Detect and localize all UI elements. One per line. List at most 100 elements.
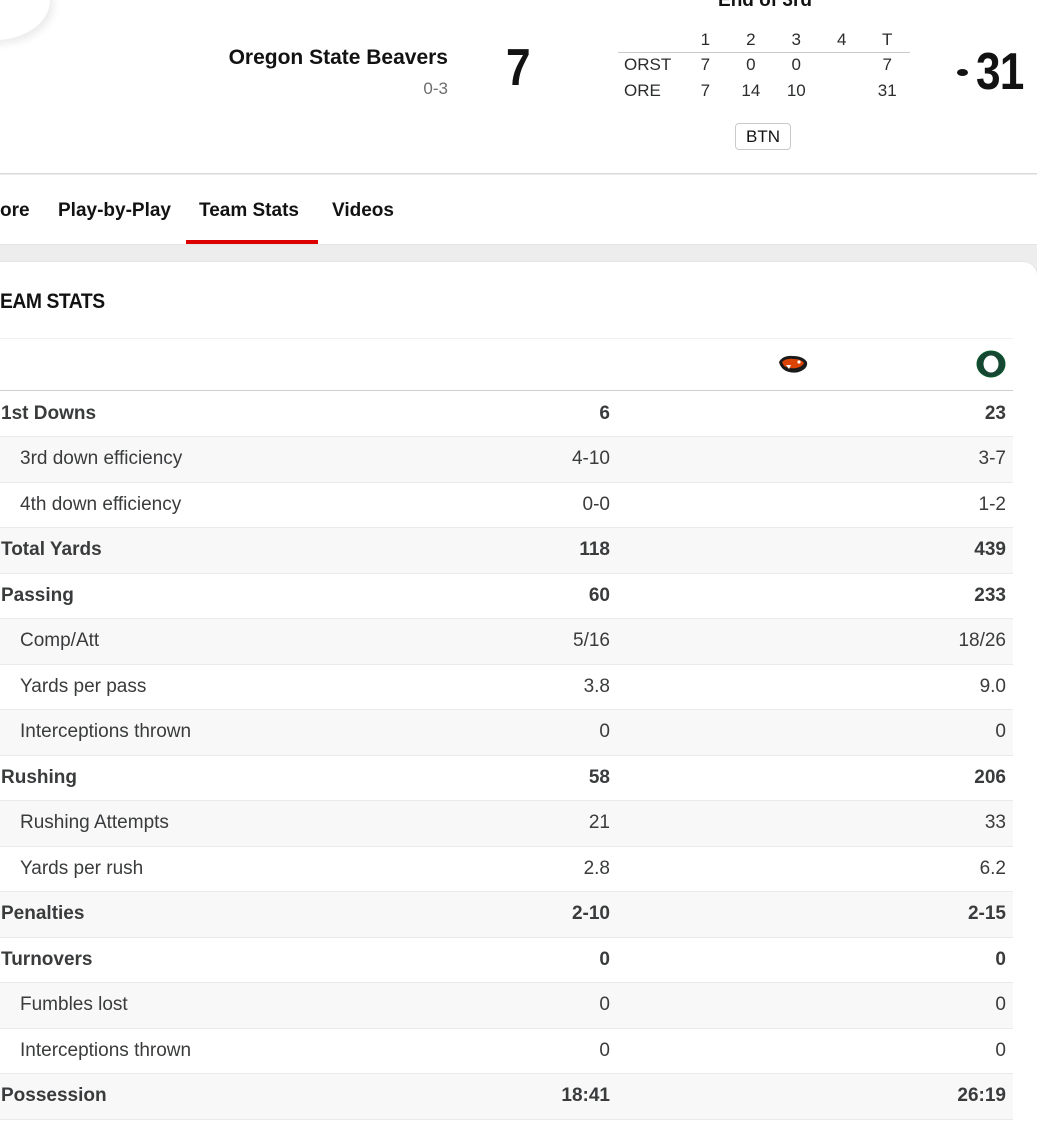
stat-value-ore: 6.2 <box>979 857 1006 879</box>
game-status: End of 3rd <box>718 0 812 11</box>
linescore-q2: 14 <box>741 81 761 100</box>
stat-row: Yards per pass 3.8 9.0 <box>0 664 1013 710</box>
stat-label: Fumbles lost <box>20 994 128 1016</box>
stat-row: Fumbles lost 0 0 <box>0 982 1013 1028</box>
stat-row: 3rd down efficiency 4-10 3-7 <box>0 436 1013 482</box>
stat-value-orst: 0 <box>599 994 610 1016</box>
stat-value-orst: 21 <box>588 812 610 834</box>
tab-play-by-play[interactable]: Play-by-Play <box>58 200 171 222</box>
linescore-q4 <box>819 78 864 104</box>
stat-value-orst: 3.8 <box>583 675 610 697</box>
stat-row: Yards per rush 2.8 6.2 <box>0 846 1013 892</box>
stat-value-orst: 0 <box>599 721 610 743</box>
team-stats-table: 1st Downs 6 23 3rd down efficiency 4-10 3-7 4t… <box>0 391 1013 1120</box>
stat-value-ore: 33 <box>984 812 1006 834</box>
linescore-q4 <box>819 52 864 78</box>
stat-label: Yards per pass <box>20 675 147 697</box>
stat-value-orst: 60 <box>588 584 610 606</box>
stat-label: Interceptions thrown <box>20 1039 192 1061</box>
linescore-team: ORST <box>624 55 672 75</box>
stat-value-orst: 0 <box>599 1039 610 1061</box>
stat-value-orst: 58 <box>588 766 610 788</box>
stat-value-orst: 0 <box>599 948 610 970</box>
stat-row: 1st Downs 6 23 <box>0 391 1013 437</box>
linescore-header-total: T <box>864 28 910 53</box>
stat-label: Penalties <box>1 903 85 925</box>
stat-value-ore: 1-2 <box>978 493 1006 515</box>
stat-value-ore: 18/26 <box>958 630 1006 652</box>
team-logo-header-row <box>0 338 1013 391</box>
stat-label: Rushing <box>1 766 77 788</box>
stat-value-ore: 0 <box>995 948 1006 970</box>
stat-value-orst: 4-10 <box>571 448 610 470</box>
stat-label: Interceptions thrown <box>20 721 192 743</box>
stat-label: Yards per rush <box>20 857 144 879</box>
game-header: Oregon State Beavers 0-3 7 End of 3rd 1 … <box>0 0 1037 174</box>
game-nav-tabs: ore Play-by-Play Team Stats Videos <box>0 175 1037 245</box>
stat-label: 3rd down efficiency <box>20 448 183 470</box>
linescore-q3: 10 <box>786 81 806 100</box>
stat-row: Turnovers 0 0 <box>0 937 1013 983</box>
stat-row: Interceptions thrown 0 0 <box>0 709 1013 755</box>
stat-row: Penalties 2-10 2-15 <box>0 891 1013 937</box>
stat-value-orst: 6 <box>599 402 610 424</box>
possession-indicator-icon <box>957 68 968 76</box>
linescore-q1: 7 <box>700 55 711 75</box>
linescore-q2: 0 <box>746 55 756 75</box>
stat-value-ore: 206 <box>974 766 1006 788</box>
tab-team-stats[interactable]: Team Stats <box>199 200 299 222</box>
stat-value-orst: 2.8 <box>583 857 610 879</box>
team-stats-title: EAM STATS <box>0 290 105 313</box>
linescore-header-team <box>618 28 683 53</box>
linescore-table: 1 2 3 4 T ORST 7 0 0 7 ORE 7 14 10 31 <box>618 28 910 104</box>
header-decoration <box>0 0 50 40</box>
stat-label: Turnovers <box>1 948 93 970</box>
stat-value-ore: 0 <box>995 721 1006 743</box>
stat-value-ore: 233 <box>974 584 1006 606</box>
stat-value-ore: 26:19 <box>957 1085 1006 1107</box>
stat-value-orst: 5/16 <box>573 630 610 652</box>
linescore-total: 31 <box>877 81 897 100</box>
linescore-q3: 0 <box>791 55 802 75</box>
tab-box-score[interactable]: ore <box>0 200 30 222</box>
stat-row: Passing 60 233 <box>0 573 1013 619</box>
stat-row: Comp/Att 5/16 18/26 <box>0 618 1013 664</box>
active-tab-indicator <box>186 240 318 244</box>
stat-label: Rushing Attempts <box>20 812 169 834</box>
oregon-o-logo-icon[interactable] <box>975 348 1007 380</box>
stat-row: Possession 18:41 26:19 <box>0 1073 1013 1119</box>
stat-value-ore: 2-15 <box>967 903 1006 925</box>
linescore-header-q4: 4 <box>819 28 865 53</box>
away-team-record: 0-3 <box>423 79 448 98</box>
stat-label: 1st Downs <box>1 402 97 424</box>
stat-row: Rushing Attempts 21 33 <box>0 800 1013 846</box>
home-team-score: 31 <box>976 43 1024 101</box>
stat-value-ore: 439 <box>974 539 1006 561</box>
linescore-q1: 7 <box>700 81 711 100</box>
linescore-row-home: ORE 7 14 10 31 <box>618 78 910 104</box>
home-score-group: 31 <box>957 46 1032 98</box>
stat-row: Interceptions thrown 0 0 <box>0 1028 1013 1074</box>
linescore-header-q2: 2 <box>728 28 774 53</box>
stat-value-orst: 118 <box>579 539 610 561</box>
away-team-score: 7 <box>506 39 531 97</box>
stat-row: Total Yards 118 439 <box>0 527 1013 573</box>
stat-label: Total Yards <box>1 539 102 561</box>
linescore-header-q1: 1 <box>682 28 729 53</box>
stat-value-ore: 0 <box>995 1039 1006 1061</box>
away-team-name[interactable]: Oregon State Beavers <box>229 46 448 70</box>
stat-value-ore: 0 <box>995 994 1006 1016</box>
linescore-header-row: 1 2 3 4 T <box>618 28 910 53</box>
stat-label: Comp/Att <box>20 630 100 652</box>
tv-network-badge: BTN <box>735 123 791 150</box>
stat-label: 4th down efficiency <box>20 493 182 515</box>
stat-value-orst: 18:41 <box>561 1085 610 1107</box>
tab-videos[interactable]: Videos <box>332 200 394 222</box>
stat-value-ore: 9.0 <box>979 675 1006 697</box>
oregon-state-beaver-logo-icon[interactable] <box>777 353 809 375</box>
stat-label: Passing <box>1 584 74 606</box>
linescore-team: ORE <box>624 81 661 100</box>
stat-value-orst: 2-10 <box>571 903 610 925</box>
stat-value-ore: 3-7 <box>978 448 1006 470</box>
linescore-header-q3: 3 <box>773 28 820 53</box>
